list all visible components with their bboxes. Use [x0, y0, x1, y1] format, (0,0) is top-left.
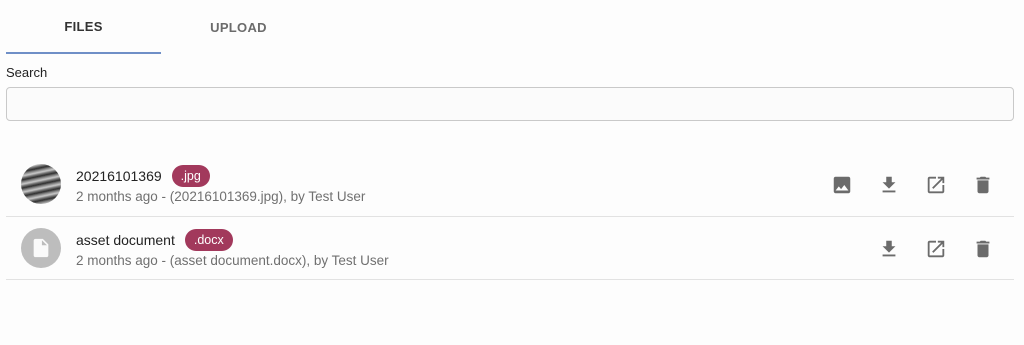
file-meta: 2 months ago - (asset document.docx), by… — [76, 253, 389, 268]
open-external-button[interactable] — [924, 237, 947, 260]
file-name: 20216101369 — [76, 168, 162, 184]
file-extension-badge: .jpg — [171, 165, 210, 187]
open-external-button[interactable] — [924, 173, 947, 196]
delete-icon — [976, 176, 989, 193]
tab-upload[interactable]: UPLOAD — [161, 0, 316, 54]
file-name: asset document — [76, 232, 175, 248]
image-thumbnail — [21, 164, 61, 204]
download-icon — [882, 176, 895, 192]
image-icon — [833, 176, 850, 193]
search-label: Search — [6, 65, 48, 80]
file-icon — [33, 238, 49, 258]
list-item[interactable]: asset document .docx 2 months ago - (ass… — [6, 217, 1014, 280]
tab-files[interactable]: FILES — [6, 0, 161, 54]
preview-image-button[interactable] — [830, 173, 853, 196]
delete-icon — [976, 240, 989, 257]
file-title: 20216101369 .jpg — [76, 165, 210, 187]
file-extension-badge: .docx — [184, 229, 233, 251]
file-title: asset document .docx — [76, 229, 233, 251]
open-external-icon — [927, 176, 944, 193]
delete-button[interactable] — [971, 237, 994, 260]
files-panel: FILES UPLOAD Search 20216101369 .jpg 2 m… — [0, 0, 1024, 345]
row-actions — [830, 173, 994, 196]
open-external-icon — [927, 240, 944, 257]
list-item[interactable]: 20216101369 .jpg 2 months ago - (2021610… — [6, 153, 1014, 217]
delete-button[interactable] — [971, 173, 994, 196]
file-meta: 2 months ago - (20216101369.jpg), by Tes… — [76, 189, 366, 204]
file-list: 20216101369 .jpg 2 months ago - (2021610… — [6, 153, 1014, 280]
search-input[interactable] — [6, 87, 1014, 121]
download-button[interactable] — [877, 237, 900, 260]
download-icon — [882, 240, 895, 256]
download-button[interactable] — [877, 173, 900, 196]
row-actions — [877, 237, 994, 260]
file-thumbnail — [21, 228, 61, 268]
tab-bar: FILES UPLOAD — [6, 0, 316, 54]
